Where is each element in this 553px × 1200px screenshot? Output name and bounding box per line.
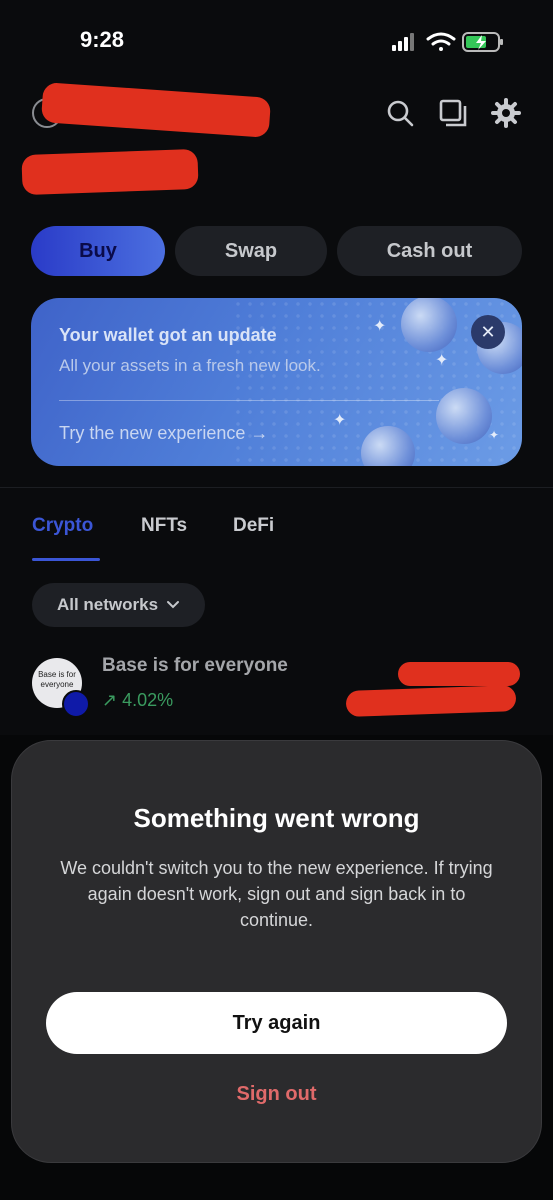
network-filter-dropdown[interactable]: All networks <box>32 583 205 627</box>
sparkle-icon: ✦ <box>333 412 347 429</box>
update-banner[interactable]: Your wallet got an update All your asset… <box>31 298 522 466</box>
buy-button[interactable]: Buy <box>31 226 165 276</box>
network-filter-label: All networks <box>56 595 159 614</box>
asset-name[interactable]: Base is for everyone <box>102 655 288 677</box>
redaction <box>345 685 517 717</box>
sparkle-icon: ✦ <box>373 318 387 335</box>
tab-active-indicator <box>32 558 100 561</box>
token-bubble-icon <box>401 298 457 352</box>
try-new-experience-link[interactable]: Try the new experience → <box>59 423 268 444</box>
signal-icon <box>392 33 414 51</box>
sparkle-icon: ✦ <box>489 428 500 442</box>
asset-change: ↗ 4.02% <box>102 690 174 710</box>
wifi-icon <box>426 32 456 51</box>
section-divider <box>0 487 553 488</box>
redaction <box>21 148 199 196</box>
copy-icon[interactable] <box>438 98 468 128</box>
battery-icon <box>462 32 503 52</box>
swap-button[interactable]: Swap <box>175 226 327 276</box>
asset-logo-text: Base is for everyone <box>38 670 76 689</box>
tab-defi[interactable]: DeFi <box>233 515 274 537</box>
sparkle-icon: ✦ <box>435 352 449 369</box>
search-icon[interactable] <box>385 98 415 128</box>
tab-nfts[interactable]: NFTs <box>141 515 187 537</box>
modal-title: Something went wrong <box>133 803 420 833</box>
banner-close-button[interactable]: ✕ <box>471 315 505 349</box>
tab-crypto[interactable]: Crypto <box>32 515 93 537</box>
sign-out-button[interactable]: Sign out <box>0 1083 553 1106</box>
token-bubble-icon <box>436 388 492 444</box>
redaction <box>40 82 272 138</box>
try-again-button[interactable]: Try again <box>46 992 507 1054</box>
banner-subtitle: All your assets in a fresh new look. <box>59 356 321 375</box>
redaction <box>398 662 520 686</box>
chevron-down-icon <box>167 601 180 609</box>
cash-out-button[interactable]: Cash out <box>337 226 522 276</box>
modal-message: We couldn't switch you to the new experi… <box>60 858 493 930</box>
network-badge-icon <box>62 690 90 718</box>
status-icons <box>392 32 503 52</box>
banner-divider <box>59 400 439 401</box>
banner-title: Your wallet got an update <box>59 325 277 345</box>
gear-icon[interactable] <box>491 98 521 128</box>
status-time: 9:28 <box>80 27 125 52</box>
